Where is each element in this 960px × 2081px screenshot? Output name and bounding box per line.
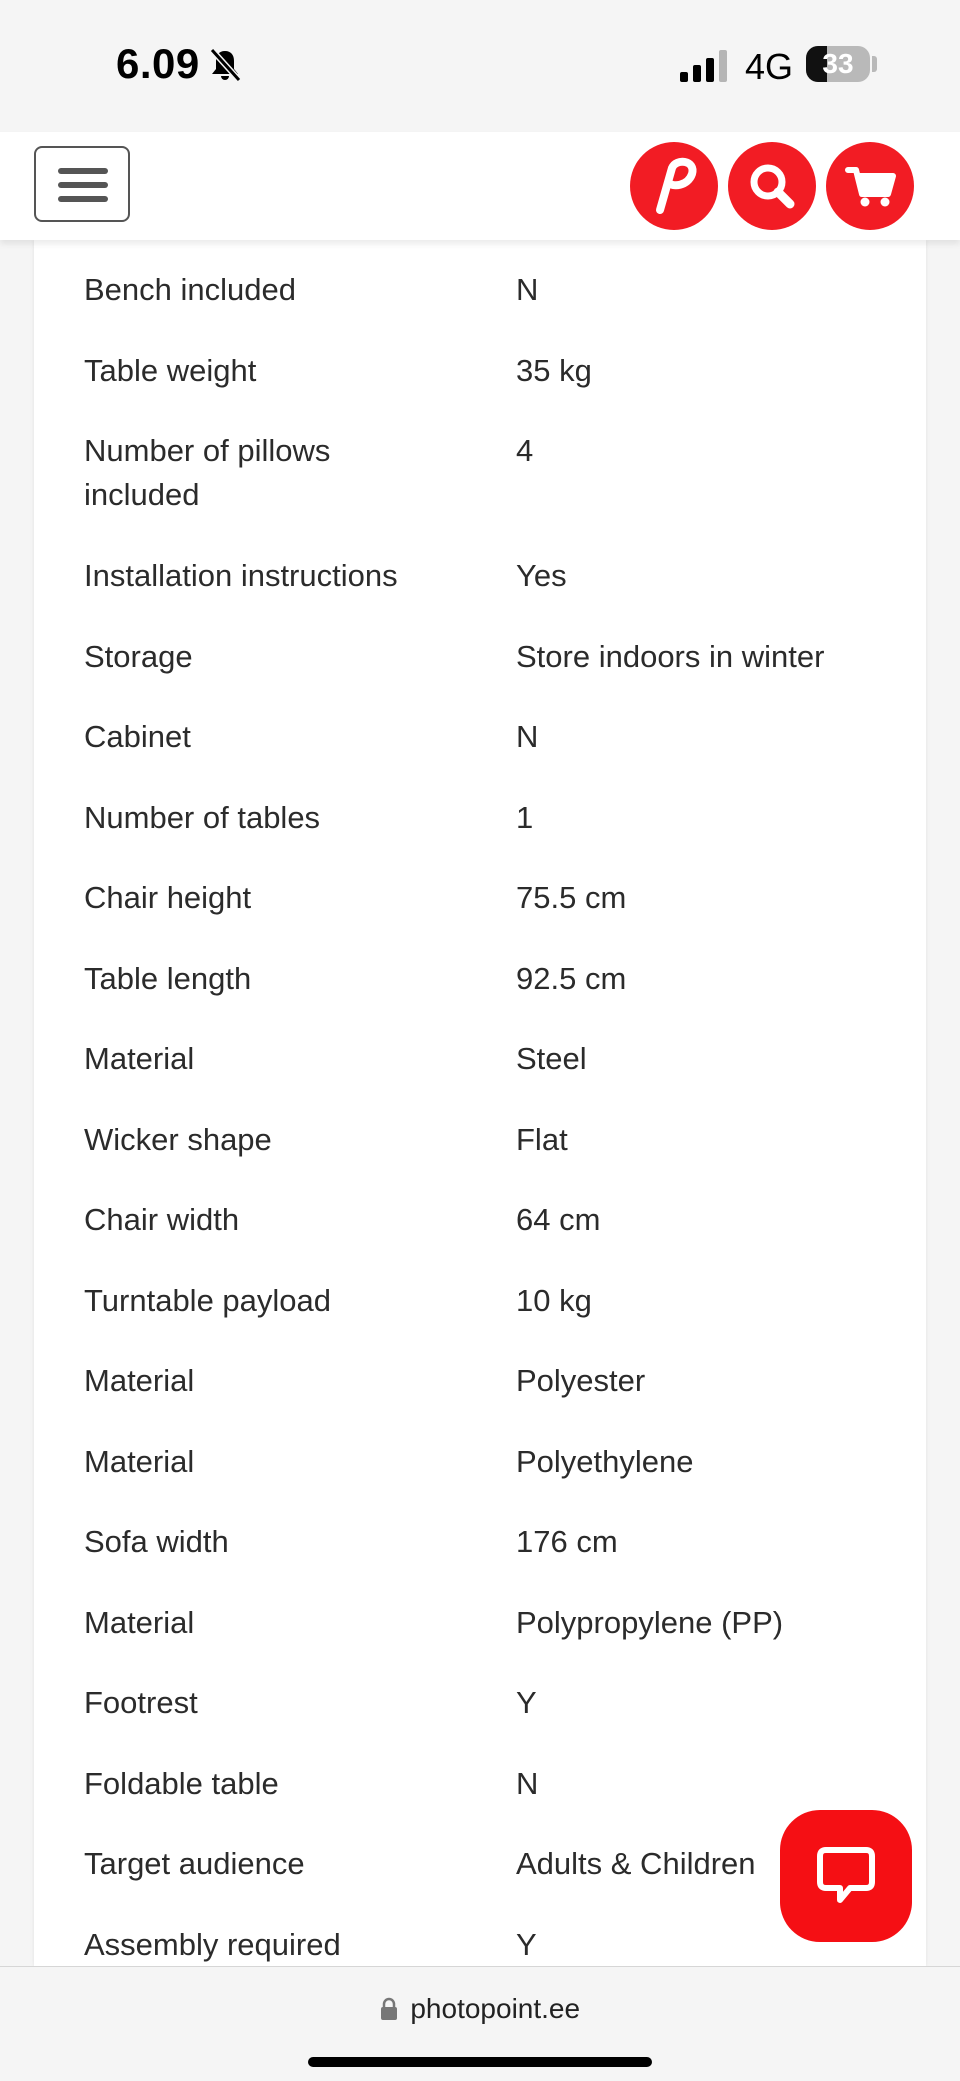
signal-strength-icon	[680, 50, 727, 82]
cart-icon	[845, 167, 896, 207]
spec-value: 92.5 cm	[516, 961, 627, 996]
battery-tip	[872, 56, 877, 72]
spec-value: Polyethylene	[516, 1444, 694, 1479]
spec-name: Turntable payload	[84, 1283, 332, 1318]
spec-value: Yes	[516, 558, 567, 593]
brand-logo-button[interactable]	[630, 142, 718, 230]
url-display[interactable]: photopoint.ee	[0, 1993, 960, 2025]
spec-value: Polypropylene (PP)	[516, 1605, 784, 1640]
spec-value: 4	[516, 433, 534, 468]
spec-name: Wicker shape	[84, 1122, 272, 1157]
spec-value: 176 cm	[516, 1524, 618, 1559]
status-bar: 6.09 4G 33	[0, 0, 960, 132]
spec-name: Table length	[84, 961, 252, 996]
spec-name: Chair width	[84, 1202, 240, 1237]
spec-value: Polyester	[516, 1363, 646, 1398]
spec-value: Store indoors in winter	[516, 639, 825, 674]
spec-name: Number of pillows included	[84, 433, 331, 512]
spec-name: Target audience	[84, 1846, 305, 1881]
spec-name: Cabinet	[84, 719, 191, 754]
battery-icon: 33	[806, 46, 870, 82]
url-text: photopoint.ee	[410, 1993, 581, 2024]
lock-icon	[380, 1997, 397, 2020]
hamburger-menu-icon	[58, 196, 108, 202]
bell-slash-icon	[209, 47, 242, 83]
search-button[interactable]	[728, 142, 816, 230]
spec-name: Storage	[84, 639, 193, 674]
spec-value: N	[516, 272, 539, 307]
spec-name: Foldable table	[84, 1766, 279, 1801]
home-indicator[interactable]	[308, 2057, 652, 2067]
browser-address-bar[interactable]: photopoint.ee	[0, 1966, 960, 2081]
cart-button[interactable]	[826, 142, 914, 230]
network-type: 4G	[745, 46, 794, 87]
specifications-table: Bench included N Table weight 35 kg Numb…	[34, 240, 926, 1966]
spec-name: Assembly required	[84, 1927, 341, 1962]
spec-name: Material	[84, 1363, 195, 1398]
spec-value: 1	[516, 800, 534, 835]
spec-value: N	[516, 1766, 539, 1801]
photopoint-p-logo-icon	[656, 157, 697, 214]
spec-value: Steel	[516, 1041, 587, 1076]
hamburger-menu-button[interactable]	[34, 146, 130, 222]
spec-value: 35 kg	[516, 353, 592, 388]
spec-name: Material	[84, 1041, 195, 1076]
spec-name: Chair height	[84, 880, 252, 915]
spec-value: 10 kg	[516, 1283, 592, 1318]
hamburger-menu-icon	[58, 182, 108, 188]
spec-name: Material	[84, 1605, 195, 1640]
chat-bubble-icon	[817, 1847, 875, 1903]
spec-value: 75.5 cm	[516, 880, 627, 915]
hamburger-menu-icon	[58, 168, 108, 174]
spec-name: Table weight	[84, 353, 257, 388]
status-time: 6.09	[116, 40, 200, 87]
search-icon	[750, 164, 795, 209]
spec-name: Number of tables	[84, 800, 321, 835]
spec-name: Installation instructions	[84, 558, 398, 593]
site-header	[0, 132, 960, 240]
spec-value: Flat	[516, 1122, 568, 1157]
spec-value: N	[516, 719, 539, 754]
spec-value: 64 cm	[516, 1202, 601, 1237]
chat-button[interactable]	[780, 1810, 912, 1942]
spec-value: Y	[516, 1685, 537, 1720]
spec-name: Bench included	[84, 272, 296, 307]
spec-name: Footrest	[84, 1685, 198, 1720]
battery-percent: 33	[822, 48, 854, 79]
spec-name: Material	[84, 1444, 195, 1479]
spec-name: Sofa width	[84, 1524, 229, 1559]
